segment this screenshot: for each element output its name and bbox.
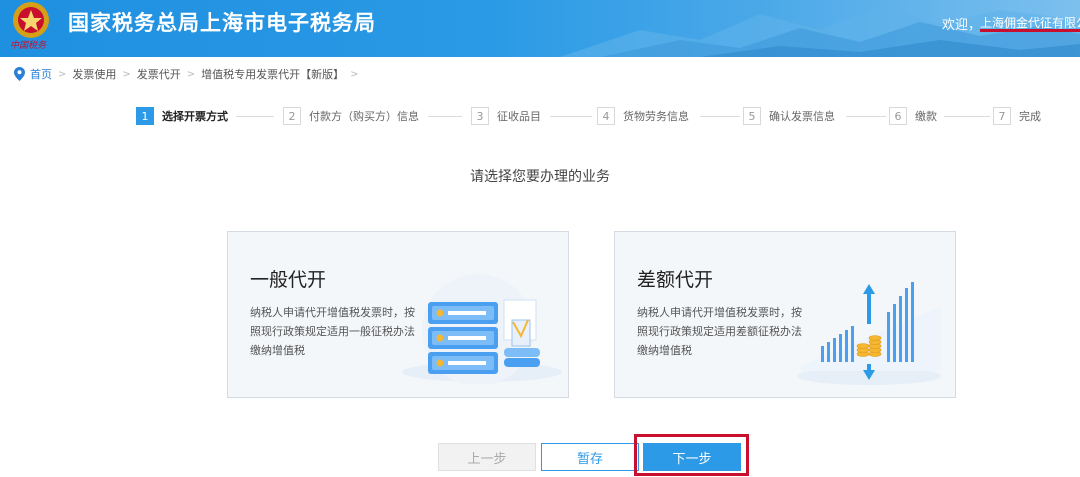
step-connector: [550, 116, 592, 117]
step-number: 1: [136, 107, 154, 125]
breadcrumb-separator: >: [122, 68, 131, 80]
step-1: 1 选择开票方式: [136, 106, 228, 126]
step-4: 4 货物劳务信息: [597, 106, 689, 126]
step-number: 4: [597, 107, 615, 125]
step-7: 7 完成: [993, 106, 1041, 126]
step-label: 付款方（购买方）信息: [309, 110, 419, 123]
step-number: 7: [993, 107, 1011, 125]
step-connector: [428, 116, 462, 117]
save-draft-button[interactable]: 暂存: [541, 443, 639, 471]
breadcrumb-invoice-issue[interactable]: 发票代开: [137, 66, 181, 82]
differential-issue-card[interactable]: 差额代开 纳税人申请代开增值税发票时，按照现行政策规定适用差额征税办法缴纳增值税: [614, 231, 956, 398]
user-name[interactable]: 上海佣金代征有限公司: [980, 14, 1080, 32]
card-description: 纳税人申请代开增值税发票时，按照现行政策规定适用一般征税办法缴纳增值税: [250, 306, 415, 357]
general-issue-card[interactable]: 一般代开 纳税人申请代开增值税发票时，按照现行政策规定适用一般征税办法缴纳增值税: [227, 231, 569, 398]
step-connector: [944, 116, 990, 117]
step-number: 2: [283, 107, 301, 125]
step-number: 5: [743, 107, 761, 125]
step-connector: [846, 116, 886, 117]
breadcrumb-separator: >: [186, 68, 196, 80]
bar-growth-icon: [797, 282, 941, 385]
card-title: 差额代开: [637, 269, 714, 291]
step-connector: [700, 116, 740, 117]
tax-emblem-logo: 中国税务: [6, 0, 56, 52]
site-header: 中国税务 国家税务总局上海市电子税务局 欢迎， 上海佣金代征有限公司: [0, 0, 1080, 57]
step-6: 6 缴款: [889, 106, 937, 126]
step-label: 征收品目: [497, 110, 541, 123]
breadcrumb-invoice-use[interactable]: 发票使用: [72, 66, 116, 82]
server-stack-icon: [402, 274, 562, 384]
prev-step-button[interactable]: 上一步: [438, 443, 536, 471]
site-title: 国家税务总局上海市电子税务局: [68, 11, 376, 35]
step-5: 5 确认发票信息: [743, 106, 835, 126]
location-pin-icon: [14, 67, 25, 81]
progress-steps: 1 选择开票方式 2 付款方（购买方）信息 3 征收品目 4 货物劳务信息 5 …: [136, 106, 1056, 126]
step-label: 确认发票信息: [769, 110, 835, 123]
breadcrumb-current: 增值税专用发票代开【新版】: [201, 68, 345, 81]
breadcrumb: 首页 > 发票使用 > 发票代开 > 增值税专用发票代开【新版】 >: [14, 66, 365, 82]
card-description: 纳税人申请代开增值税发票时，按照现行政策规定适用差额征税办法缴纳增值税: [637, 306, 802, 357]
step-number: 6: [889, 107, 907, 125]
step-label: 完成: [1019, 110, 1041, 123]
section-prompt: 请选择您要办理的业务: [470, 169, 610, 185]
next-step-button[interactable]: 下一步: [643, 443, 741, 471]
breadcrumb-home[interactable]: 首页: [30, 66, 52, 82]
breadcrumb-separator: >: [350, 68, 359, 80]
step-label: 缴款: [915, 110, 937, 123]
step-connector: [236, 116, 274, 117]
card-title: 一般代开: [250, 269, 327, 291]
step-label: 选择开票方式: [162, 110, 228, 123]
breadcrumb-separator: >: [58, 68, 67, 80]
step-2: 2 付款方（购买方）信息: [283, 106, 419, 126]
emblem-caption: 中国税务: [10, 41, 47, 51]
welcome-label: 欢迎，: [942, 18, 982, 33]
step-3: 3 征收品目: [471, 106, 541, 126]
step-number: 3: [471, 107, 489, 125]
step-label: 货物劳务信息: [623, 110, 689, 123]
